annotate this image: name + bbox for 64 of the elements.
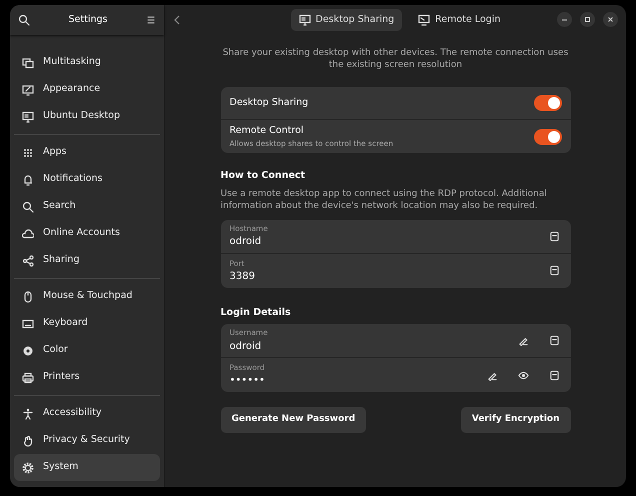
sidebar-item[interactable]: Printers xyxy=(14,364,160,391)
hand-icon xyxy=(22,434,34,446)
field-value: 3389 xyxy=(230,270,256,284)
sidebar-item[interactable]: Multitasking xyxy=(14,49,160,76)
sidebar-item[interactable]: Search xyxy=(14,193,160,220)
sidebar-item[interactable]: Privacy & Security xyxy=(14,427,160,454)
sidebar-item[interactable]: Keyboard xyxy=(14,310,160,337)
field-value: odroid xyxy=(230,340,262,354)
color-icon xyxy=(22,344,34,356)
grid-icon xyxy=(22,146,34,158)
sidebar-item[interactable]: Notifications xyxy=(14,166,160,193)
description: Share your existing desktop with other devices. The remote connection uses the existing screen resolution xyxy=(222,47,570,72)
sidebar-item[interactable]: Accessibility xyxy=(14,400,160,427)
minimize-button[interactable] xyxy=(557,12,572,27)
action-button[interactable]: Verify Encryption xyxy=(460,407,570,433)
keyboard-icon xyxy=(22,318,34,330)
copy-icon[interactable] xyxy=(548,230,560,242)
section-description: Use a remote desktop app to connect using the RDP protocol. Additional information about the device's network location may also be required. xyxy=(220,188,548,212)
search-icon[interactable] xyxy=(18,14,30,26)
sidebar-item[interactable]: Online Accounts xyxy=(14,220,160,247)
toggle-switch[interactable] xyxy=(534,128,562,145)
sidebar-item[interactable]: System xyxy=(14,454,160,481)
copy-icon[interactable] xyxy=(548,265,560,276)
back-icon[interactable] xyxy=(173,14,181,26)
monitor-icon xyxy=(22,110,34,122)
tab[interactable]: Remote Login xyxy=(410,8,508,32)
bell-icon xyxy=(22,174,34,186)
sidebar-item[interactable]: Sharing xyxy=(14,247,160,274)
gear-icon xyxy=(22,462,34,474)
action-button[interactable]: Generate New Password xyxy=(220,407,366,433)
tab[interactable]: Desktop Sharing xyxy=(290,8,402,32)
section-title: How to Connect xyxy=(220,169,306,184)
monitor-icon xyxy=(418,14,430,26)
sidebar-item[interactable]: Appearance xyxy=(14,76,160,103)
mouse-icon xyxy=(22,290,34,302)
field-value: odroid xyxy=(230,235,262,250)
field-value: •••••• xyxy=(230,374,266,388)
minimize-icon xyxy=(562,18,567,20)
copy-icon[interactable] xyxy=(548,370,560,381)
monitor-icon xyxy=(298,14,310,26)
toggle-switch[interactable] xyxy=(534,95,562,112)
printer-icon xyxy=(22,372,34,384)
sidebar-item[interactable]: Apps xyxy=(14,139,160,166)
share-icon xyxy=(22,254,34,266)
close-icon xyxy=(608,17,613,22)
sidebar-item[interactable]: Color xyxy=(14,337,160,364)
toggle-label: Remote Control xyxy=(230,124,305,138)
sidebar-item[interactable]: Mouse & Touchpad xyxy=(14,283,160,310)
sidebar-item[interactable]: Ubuntu Desktop xyxy=(14,103,160,130)
toggle-label: Desktop Sharing xyxy=(230,96,310,110)
monitor-icon xyxy=(22,84,34,96)
windows-icon xyxy=(22,56,34,68)
window-title: Settings xyxy=(68,12,108,27)
search-icon xyxy=(22,200,34,212)
menu-icon[interactable] xyxy=(146,15,156,25)
eye-icon[interactable] xyxy=(518,370,528,381)
maximize-button[interactable] xyxy=(580,12,595,27)
cloud-icon xyxy=(22,228,34,240)
person-icon xyxy=(22,408,34,420)
close-button[interactable] xyxy=(603,12,618,27)
section-title: Login Details xyxy=(220,306,292,320)
edit-icon[interactable] xyxy=(518,335,528,346)
maximize-icon xyxy=(585,17,590,22)
copy-icon[interactable] xyxy=(548,335,560,346)
